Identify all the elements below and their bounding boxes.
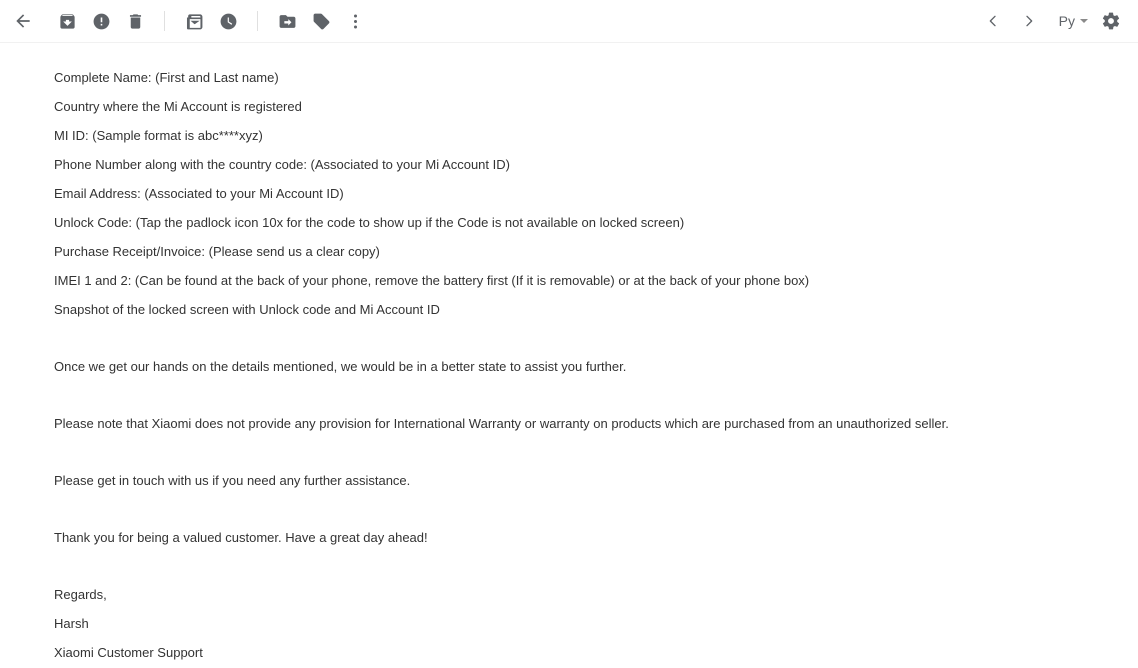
gear-icon (1101, 11, 1121, 31)
mark-unread-button[interactable] (177, 4, 211, 38)
body-paragraph: Thank you for being a valued customer. H… (54, 529, 1138, 546)
list-item: Country where the Mi Account is register… (54, 99, 302, 114)
signature-line: Harsh (54, 616, 89, 631)
report-spam-icon (92, 12, 111, 31)
list-item: Phone Number along with the country code… (54, 157, 510, 172)
report-spam-button[interactable] (84, 4, 118, 38)
chevron-left-icon (985, 13, 1001, 29)
email-body: Complete Name: (First and Last name) Cou… (0, 43, 1138, 661)
toolbar-left-actions (0, 4, 372, 38)
settings-button[interactable] (1094, 4, 1128, 38)
toolbar-divider-2 (257, 11, 258, 31)
signature-line: Xiaomi Customer Support (54, 645, 203, 660)
body-paragraph: Once we get our hands on the details men… (54, 358, 1138, 375)
paragraph-text: Once we get our hands on the details men… (54, 359, 627, 374)
toolbar-divider-1 (164, 11, 165, 31)
list-item: Purchase Receipt/Invoice: (Please send u… (54, 244, 380, 259)
labels-button[interactable] (304, 4, 338, 38)
back-icon (13, 11, 33, 31)
delete-button[interactable] (118, 4, 152, 38)
move-to-folder-icon (278, 12, 297, 31)
chevron-right-icon (1021, 13, 1037, 29)
body-paragraph: Please note that Xiaomi does not provide… (54, 415, 1138, 432)
more-options-button[interactable] (338, 4, 372, 38)
list-item: Unlock Code: (Tap the padlock icon 10x f… (54, 215, 685, 230)
previous-message-button[interactable] (978, 6, 1008, 36)
list-item: IMEI 1 and 2: (Can be found at the back … (54, 273, 810, 288)
archive-button[interactable] (50, 4, 84, 38)
archive-icon (58, 12, 77, 31)
next-message-button[interactable] (1014, 6, 1044, 36)
toolbar-right-actions: Py (975, 4, 1138, 38)
paragraph-text: Please get in touch with us if you need … (54, 473, 411, 488)
list-item: MI ID: (Sample format is abc****xyz) (54, 128, 263, 143)
email-toolbar: Py (0, 0, 1138, 43)
chevron-down-icon (1080, 19, 1088, 23)
more-options-icon (346, 12, 365, 31)
account-selector[interactable]: Py (1055, 7, 1092, 35)
signature-line: Regards, (54, 587, 107, 602)
list-item: Email Address: (Associated to your Mi Ac… (54, 186, 344, 201)
account-label: Py (1058, 13, 1075, 29)
list-item: Snapshot of the locked screen with Unloc… (54, 302, 440, 317)
back-button[interactable] (6, 4, 40, 38)
paragraph-text: Thank you for being a valued customer. H… (54, 530, 428, 545)
snooze-button[interactable] (211, 4, 245, 38)
snooze-clock-icon (219, 12, 238, 31)
delete-icon (126, 12, 145, 31)
body-paragraph: Please get in touch with us if you need … (54, 472, 1138, 489)
move-to-button[interactable] (270, 4, 304, 38)
signature-block: Regards, Harsh Xiaomi Customer Support (54, 586, 1138, 661)
list-item: Complete Name: (First and Last name) (54, 70, 279, 85)
required-details-list: Complete Name: (First and Last name) Cou… (54, 43, 1138, 318)
label-tag-icon (312, 12, 331, 31)
mark-unread-icon (185, 12, 204, 31)
paragraph-text: Please note that Xiaomi does not provide… (54, 416, 949, 431)
